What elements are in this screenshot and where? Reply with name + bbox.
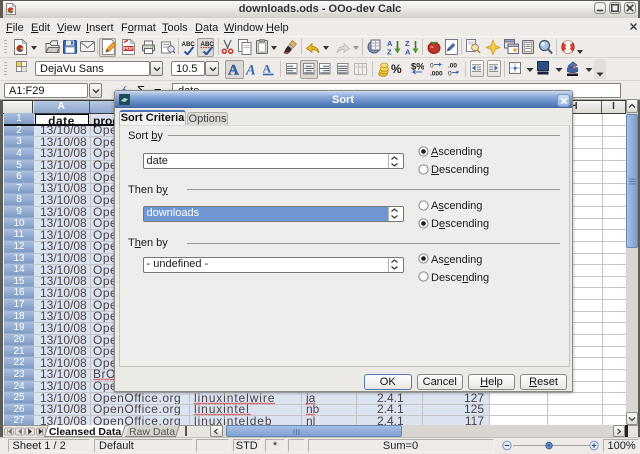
svg-text:$%: $% xyxy=(411,61,424,72)
svg-text:.00: .00 xyxy=(448,62,457,69)
svg-text:Z: Z xyxy=(387,48,392,56)
svg-text:A: A xyxy=(405,48,411,56)
svg-text:%: % xyxy=(391,62,402,75)
svg-text:A: A xyxy=(245,63,256,77)
svg-text:0: 0 xyxy=(448,70,452,77)
svg-text:PDF: PDF xyxy=(124,46,133,51)
svg-text:A: A xyxy=(228,63,239,77)
svg-text:A: A xyxy=(263,62,272,76)
svg-text:.000: .000 xyxy=(430,70,443,77)
svg-text:0: 0 xyxy=(430,62,434,69)
